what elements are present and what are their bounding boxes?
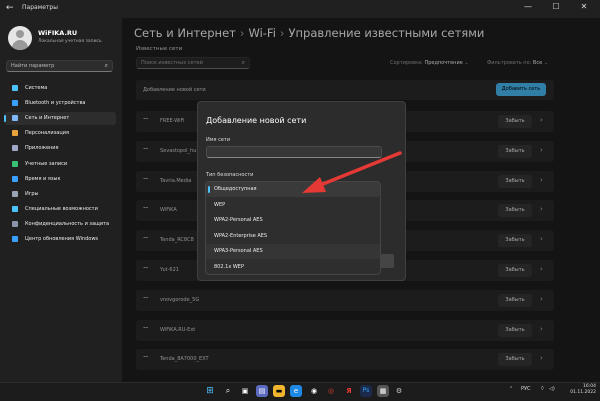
clock-date: 01.11.2022: [570, 390, 596, 395]
sidebar-item-label: Система: [25, 85, 48, 91]
security-option-label: WPA2-Personal AES: [214, 217, 263, 223]
sidebar-item-label: Учетные записи: [25, 160, 68, 167]
title-bar: ← Параметры — ☐ ✕: [0, 0, 600, 18]
system-clock[interactable]: 16:04 01.11.2022: [568, 384, 596, 396]
sidebar-item[interactable]: Конфиденциальность и защита: [4, 218, 116, 231]
photoshop-icon[interactable]: Ps: [360, 385, 372, 397]
apps-icon: [12, 145, 18, 152]
edge-icon[interactable]: e: [290, 385, 302, 397]
security-option-label: 802.1x WEP: [214, 263, 244, 270]
yandex-icon[interactable]: Я: [343, 385, 355, 397]
security-option[interactable]: WPA3-Personal AES: [206, 244, 380, 259]
account-type: Локальная учетная запись: [38, 39, 102, 44]
window-title: Параметры: [22, 4, 58, 11]
settings-search-input[interactable]: Найти параметр ⌕: [6, 60, 113, 72]
active-indicator: [4, 115, 6, 123]
shield-icon: [12, 220, 18, 227]
sidebar-item-label: Время и язык: [25, 175, 61, 182]
accessibility-icon: [12, 205, 18, 212]
security-option-label: WPA3-Personal AES: [214, 248, 263, 254]
security-type-label: Тип безопасности: [206, 172, 254, 178]
brush-icon: [12, 130, 18, 137]
network-name-label: Имя сети: [206, 137, 231, 143]
explorer-folder-icon[interactable]: ▦: [377, 385, 389, 397]
sidebar-item-label: Центр обновления Windows: [25, 236, 99, 242]
settings-search-placeholder: Найти параметр: [11, 63, 55, 69]
globe-clock-icon: [12, 175, 18, 182]
task-view-icon[interactable]: ▣: [239, 385, 251, 397]
sidebar-item-label: Игры: [25, 190, 39, 197]
network-icon: [12, 115, 18, 122]
user-icon: [12, 160, 18, 167]
sidebar-item[interactable]: Специальные возможности: [4, 203, 116, 216]
tray-chevron-icon[interactable]: ⌃: [509, 386, 513, 392]
dialog-title: Добавление новой сети: [206, 116, 307, 125]
search-icon: ⌕: [104, 62, 108, 69]
sidebar-item-label: Сеть и Интернет: [25, 115, 70, 122]
security-option-label: WPA2-Enterprise AES: [214, 232, 268, 239]
sidebar-item[interactable]: Игры: [4, 188, 116, 201]
update-icon: [12, 236, 18, 242]
back-arrow-icon[interactable]: ←: [6, 3, 14, 13]
monitor-icon: [12, 85, 18, 91]
chrome-icon[interactable]: ◉: [308, 385, 320, 397]
file-explorer-icon[interactable]: ▬: [273, 385, 285, 397]
sidebar-item[interactable]: Приложения: [4, 142, 116, 155]
sidebar-item[interactable]: Bluetooth и устройства: [4, 97, 116, 110]
security-option-label: Общедоступная: [214, 186, 257, 192]
start-icon[interactable]: ⊞: [204, 385, 216, 397]
sidebar-item-label: Персонализация: [25, 130, 69, 137]
bluetooth-icon: [12, 100, 18, 107]
security-option[interactable]: 802.1x WEP: [206, 260, 380, 275]
dialog-hidden-field-button[interactable]: [380, 254, 394, 268]
close-icon[interactable]: ✕: [570, 2, 598, 11]
settings-gear-icon[interactable]: ⚙: [393, 385, 405, 397]
maximize-icon[interactable]: ☐: [542, 2, 570, 11]
sidebar-item[interactable]: Учетные записи: [4, 158, 116, 171]
sidebar-item[interactable]: Система: [4, 82, 116, 95]
security-option[interactable]: WPA2-Enterprise AES: [206, 229, 380, 244]
sidebar-item-label: Специальные возможности: [25, 205, 98, 212]
sidebar-item[interactable]: Сеть и Интернет: [4, 112, 116, 126]
avatar[interactable]: [8, 26, 32, 50]
sidebar-item-label: Bluetooth и устройства: [25, 100, 86, 107]
search-icon[interactable]: ⌕: [222, 385, 234, 397]
opera-icon[interactable]: ◎: [325, 385, 337, 397]
security-option-label: WEP: [214, 201, 226, 208]
gamepad-icon: [12, 190, 18, 197]
widgets-icon[interactable]: ▤: [256, 385, 268, 397]
account-name: WiFIKA.RU: [38, 29, 78, 37]
volume-icon[interactable]: ◁): [549, 386, 555, 392]
language-indicator[interactable]: РУС: [521, 386, 531, 392]
sidebar-item-label: Конфиденциальность и защита: [25, 220, 110, 227]
wifi-tray-icon[interactable]: ⌔: [540, 386, 545, 392]
sidebar-item-label: Приложения: [25, 145, 59, 152]
minimize-icon[interactable]: —: [514, 2, 542, 11]
selected-indicator: [208, 186, 210, 193]
sidebar-item[interactable]: Центр обновления Windows: [4, 233, 116, 246]
sidebar-item[interactable]: Время и язык: [4, 173, 116, 186]
sidebar-item[interactable]: Персонализация: [4, 127, 116, 140]
security-option[interactable]: WPA2-Personal AES: [206, 213, 380, 228]
red-arrow-annotation: [302, 151, 402, 193]
